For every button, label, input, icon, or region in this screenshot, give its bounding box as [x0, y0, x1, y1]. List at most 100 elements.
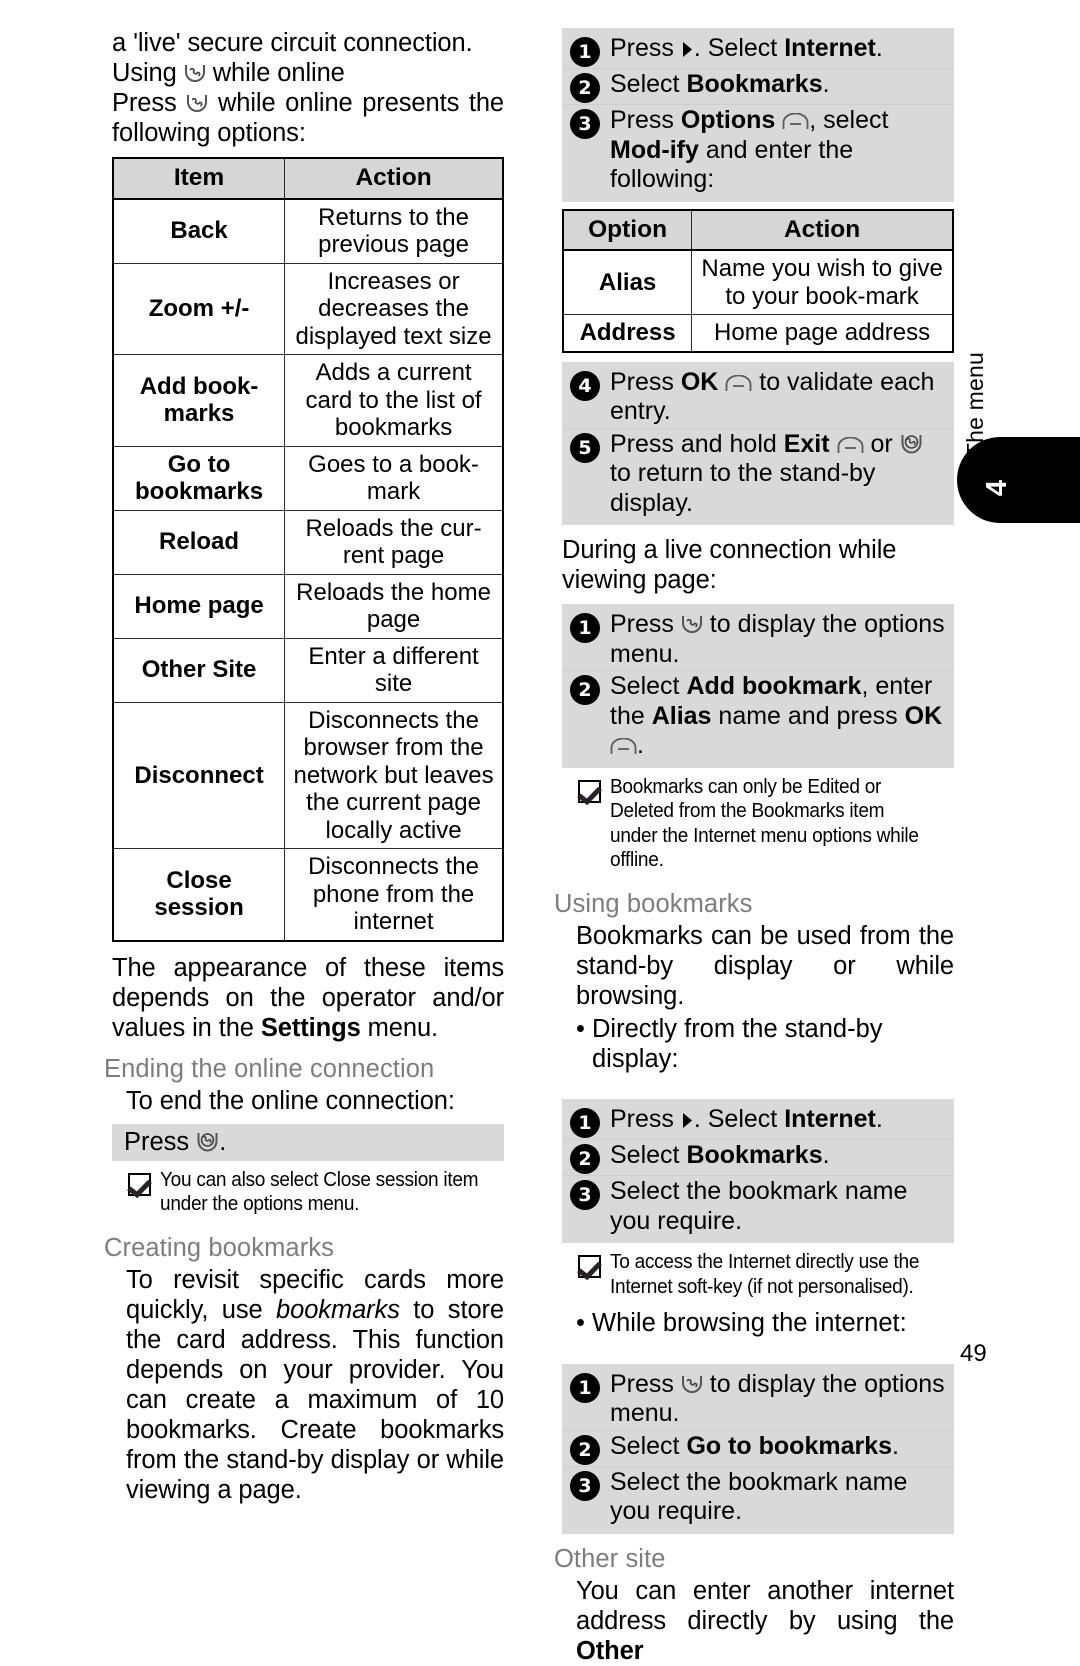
table-row: Other Site Enter a different site [112, 637, 504, 703]
table-row: Reload Reloads the cur-rent page [112, 509, 504, 575]
bookmark-option-table: Option Action Alias Name you wish to giv… [562, 208, 954, 353]
step-pre: Press [610, 1369, 681, 1398]
soft-key-icon [837, 436, 864, 454]
step-pre: Press [610, 1105, 674, 1133]
call-key-icon [681, 1374, 703, 1395]
step-text: Press . Select Internet. [610, 34, 946, 64]
call-key-icon [681, 614, 703, 635]
step-post: . [875, 1105, 883, 1133]
step-number: 3 [570, 109, 600, 139]
table-row: Zoom +/- Increases or decreases the disp… [112, 262, 504, 355]
step-pre: Press [610, 106, 681, 134]
table-header-row: Item Action [112, 157, 504, 200]
step-pre: Press [610, 367, 681, 396]
step-bold: Internet [784, 34, 876, 62]
step-number: 2 [570, 1144, 600, 1174]
table-row: Disconnect Disconnects the browser from … [112, 701, 504, 849]
step-item: 3 Press Options , select Mod-ify and ent… [562, 104, 954, 196]
cell-item: Home page [112, 573, 286, 639]
soft-key-icon [782, 113, 809, 130]
step-bold-2: Alias [651, 701, 712, 730]
step-text: Select Bookmarks. [610, 70, 946, 100]
table-row: Alias Name you wish to give to your book… [562, 249, 954, 315]
validate-steps: 4 Press OK to validate each entry. 5 Pre… [562, 361, 954, 525]
step-number: 1 [570, 37, 600, 67]
check-icon [128, 1172, 151, 1196]
ending-press-tail: . [219, 1127, 227, 1156]
hangup-key-icon [196, 1131, 219, 1153]
step-bold: Bookmarks [686, 1141, 823, 1169]
step-text: Press OK to validate each entry. [610, 368, 946, 427]
step-bold: Options [680, 106, 776, 134]
modify-bookmark-steps: 1 Press . Select Internet. 2 Select Book… [562, 28, 954, 202]
live-connection-lead: During a live connection while viewing p… [562, 536, 897, 594]
cell-item: Zoom +/- [112, 262, 286, 355]
step-post: . [892, 1431, 899, 1460]
appearance-text-post: menu. [360, 1013, 439, 1042]
step-bold: OK [680, 367, 719, 396]
browsing-bookmark-steps: 1 Press to display the options menu. 2 S… [562, 1363, 954, 1534]
step-text: Select Add bookmark, enter the Alias nam… [610, 672, 946, 761]
table-row: Add book-marks Adds a current card to th… [112, 354, 504, 447]
bullet-text: Directly from the stand-by display: [592, 1014, 883, 1073]
left-column: a 'live' secure circuit connection. Usin… [104, 28, 504, 1505]
column-header-action: Action [691, 209, 954, 251]
step-item: 4 Press OK to validate each entry. [562, 367, 954, 428]
cell-item: Go to bookmarks [112, 445, 286, 511]
step-text: Select the bookmark name you require. [610, 1177, 908, 1235]
manual-page: a 'live' secure circuit connection. Usin… [0, 0, 1080, 1665]
step-post: . [822, 70, 830, 98]
step-text: Select Bookmarks. [610, 1141, 946, 1171]
note-text: Bookmarks can only be Edited or Deleted … [610, 774, 919, 872]
cell-item: Other Site [112, 637, 286, 703]
cell-action: Home page address [691, 314, 954, 352]
step-text: Select Go to bookmarks. [610, 1432, 946, 1462]
chapter-side-tab: 4 [957, 437, 1080, 523]
using-bookmarks-paragraph: Bookmarks can be used from the stand-by … [576, 921, 954, 1010]
step-item: 1 Press . Select Internet. [562, 1104, 954, 1139]
heading-using-bookmarks: Using bookmarks [554, 889, 753, 918]
step-pre: Select [610, 1431, 687, 1460]
cell-action: Increases or decreases the displayed tex… [284, 262, 504, 355]
cell-action: Returns to the previous page [284, 198, 504, 264]
column-header-action: Action [284, 157, 504, 200]
intro-line-2-post: while online [212, 59, 345, 87]
bookmarks-italic: bookmarks [276, 1295, 400, 1324]
step-pre: Select [610, 672, 687, 700]
step-pre: Select [610, 1141, 687, 1169]
heading-creating-bookmarks: Creating bookmarks [104, 1233, 334, 1262]
standby-bookmark-steps: 1 Press . Select Internet. 2 Select Book… [562, 1099, 954, 1243]
step-bold-2: Mod-ify [610, 135, 699, 164]
appearance-paragraph: The appearance of these items depends on… [112, 953, 504, 1043]
soft-key-icon [725, 374, 752, 392]
creating-bookmarks-paragraph: To revisit specific cards more quickly, … [112, 1265, 504, 1505]
step-number: 2 [570, 1434, 600, 1465]
step-item: 1 Press to display the options menu. [562, 1369, 954, 1430]
ending-press-band: Press . [112, 1123, 504, 1161]
table-row: Home page Reloads the home page [112, 573, 504, 639]
nav-right-icon [681, 1112, 694, 1129]
call-key-icon [186, 93, 208, 114]
cell-action: Reloads the home page [284, 573, 504, 639]
step-post: name and press [711, 701, 905, 730]
cell-item: Close session [112, 848, 286, 941]
table-row: Close session Disconnects the phone from… [112, 848, 504, 941]
step-text: Press to display the options menu. [610, 1370, 946, 1429]
cell-action: Goes to a book-mark [284, 445, 504, 511]
live-connection-steps: 1 Press to display the options menu. 2 S… [562, 604, 954, 768]
step-pre: Select [610, 70, 687, 98]
step-mid: . Select [693, 1105, 785, 1133]
step-bold: Bookmarks [686, 70, 823, 98]
table-header-row: Option Action [562, 209, 954, 251]
note-internet-softkey: To access the Internet directly use the … [562, 1250, 954, 1299]
cell-action: Disconnects the phone from the internet [284, 848, 504, 941]
step-item: 3 Select the bookmark name you require. [562, 1465, 954, 1528]
step-text: Press and hold Exit or to return to the … [610, 430, 946, 519]
call-key-icon [184, 63, 206, 84]
cell-action: Reloads the cur-rent page [284, 509, 504, 575]
intro-line-1: a 'live' secure circuit connection. [112, 29, 473, 57]
note-text: To access the Internet directly use the … [610, 1250, 920, 1298]
soft-key-icon [610, 738, 637, 755]
step-mid: , select [809, 106, 889, 134]
page-number: 49 [960, 1340, 987, 1367]
